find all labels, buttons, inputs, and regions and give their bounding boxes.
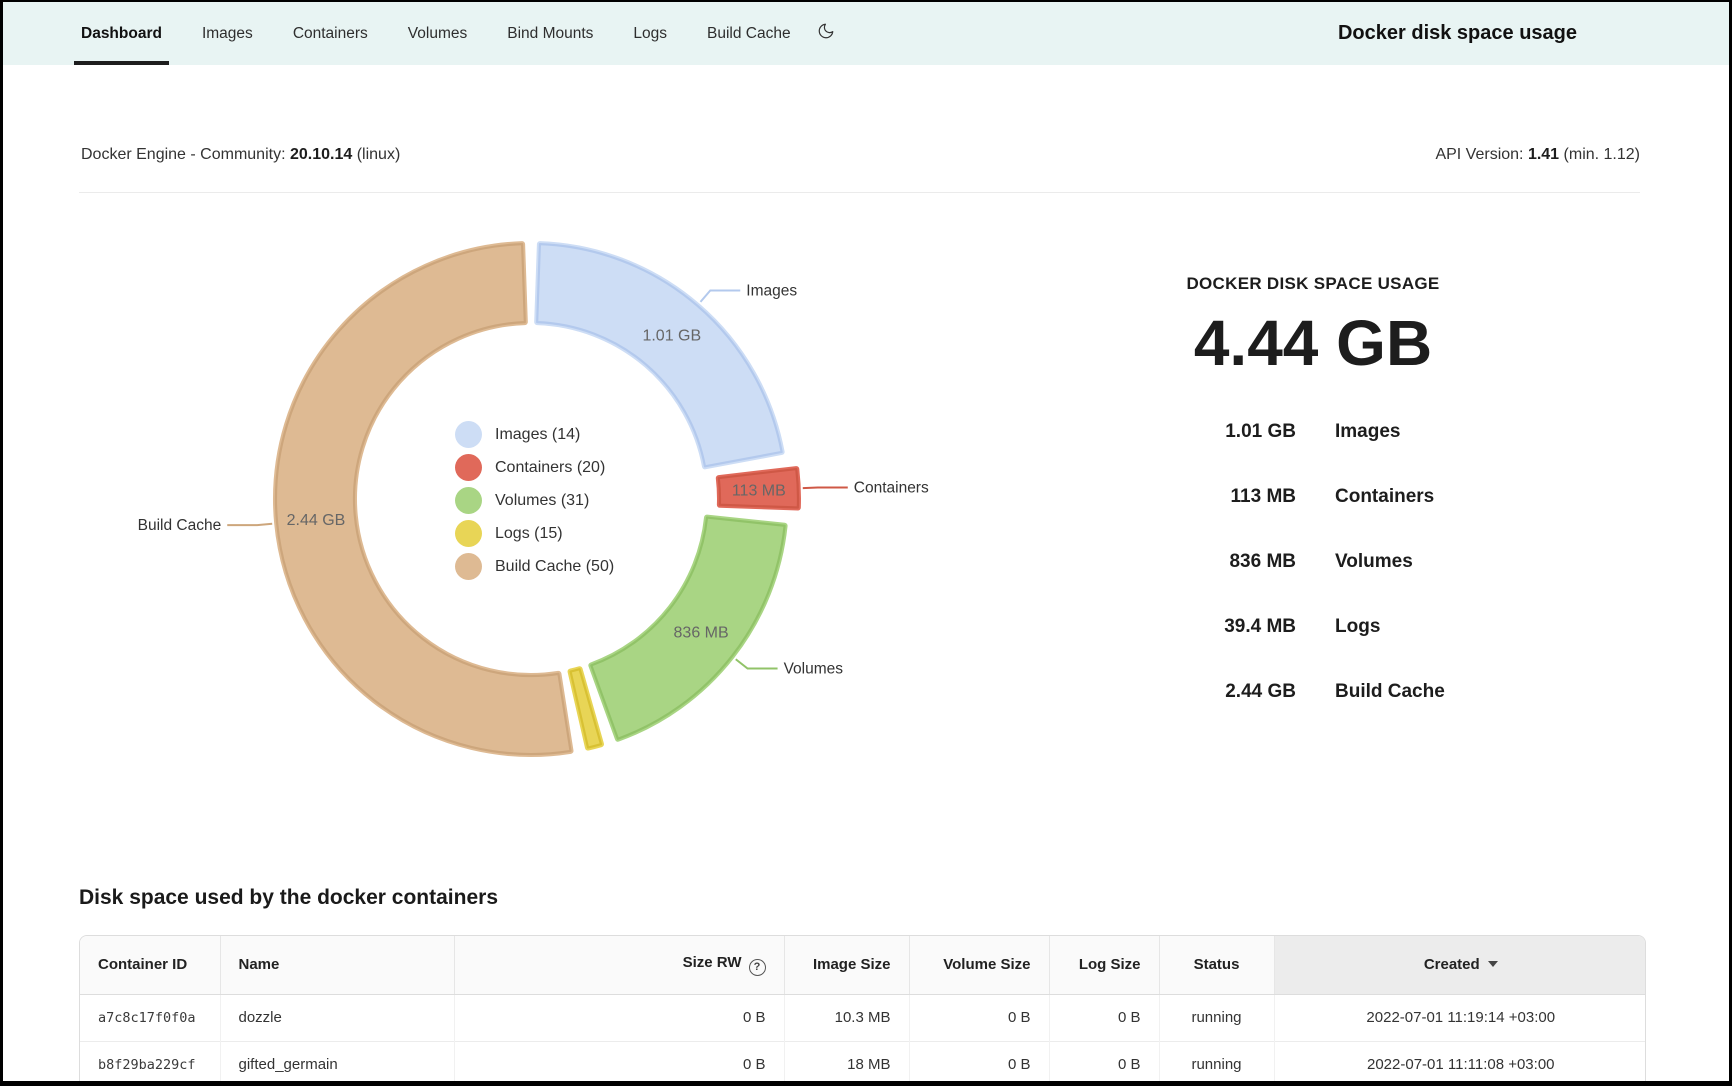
legend-label-images: Images (14) <box>495 426 580 444</box>
cell-created: 2022-07-01 11:19:14 +03:00 <box>1274 994 1646 1041</box>
cell-log-size: 0 B <box>1049 1041 1159 1086</box>
legend-item-images[interactable]: Images (14) <box>455 418 614 451</box>
legend-swatch-containers <box>455 454 482 481</box>
top-navbar: Dashboard Images Containers Volumes Bind… <box>3 2 1729 65</box>
docker-disk-usage-page: Dashboard Images Containers Volumes Bind… <box>0 0 1732 1086</box>
usage-stat-row: 2.44 GB Build Cache <box>1103 659 1523 724</box>
cell-volume-size: 0 B <box>909 1041 1049 1086</box>
usage-stat-label: Build Cache <box>1335 681 1445 703</box>
table-header-row: Container ID Name Size RW? Image Size Vo… <box>80 936 1646 994</box>
col-header-status[interactable]: Status <box>1159 936 1274 994</box>
col-header-created[interactable]: Created <box>1274 936 1646 994</box>
usage-stat-label: Volumes <box>1335 551 1413 573</box>
legend-label-containers: Containers (20) <box>495 459 605 477</box>
usage-stat-row: 836 MB Volumes <box>1103 529 1523 594</box>
api-version-text: API Version: 1.41 (min. 1.12) <box>1435 146 1640 164</box>
legend-swatch-build-cache <box>455 553 482 580</box>
legend-item-logs[interactable]: Logs (15) <box>455 517 614 550</box>
legend-label-volumes: Volumes (31) <box>495 492 589 510</box>
cell-container-id: a7c8c17f0f0a <box>80 994 220 1041</box>
col-header-log-size[interactable]: Log Size <box>1049 936 1159 994</box>
summary-stats: 1.01 GB Images 113 MB Containers 836 MB … <box>1103 399 1523 724</box>
usage-stat-value: 2.44 GB <box>1103 681 1296 703</box>
moon-icon <box>817 22 835 45</box>
slice-size-label-build-cache: 2.44 GB <box>287 512 346 529</box>
leader-line-volumes <box>736 659 778 668</box>
tab-logs[interactable]: Logs <box>633 2 667 65</box>
leader-line-build-cache <box>227 524 272 525</box>
legend-swatch-volumes <box>455 487 482 514</box>
usage-stat-label: Images <box>1335 421 1400 443</box>
usage-stat-label: Logs <box>1335 616 1380 638</box>
legend-item-containers[interactable]: Containers (20) <box>455 451 614 484</box>
slice-size-label-containers: 113 MB <box>732 482 786 499</box>
slice-name-label-containers: Containers <box>854 479 929 496</box>
legend-item-build-cache[interactable]: Build Cache (50) <box>455 550 614 583</box>
cell-name: gifted_germain <box>220 1041 454 1086</box>
col-header-size-rw[interactable]: Size RW? <box>454 936 784 994</box>
divider <box>79 192 1640 193</box>
tab-build-cache[interactable]: Build Cache <box>707 2 791 65</box>
col-header-volume-size[interactable]: Volume Size <box>909 936 1049 994</box>
cell-status: running <box>1159 994 1274 1041</box>
usage-stat-value: 113 MB <box>1103 486 1296 508</box>
chart-legend: Images (14) Containers (20) Volumes (31) Lo… <box>455 418 614 583</box>
cell-volume-size: 0 B <box>909 994 1049 1041</box>
table-row[interactable]: b8f29ba229cfgifted_germain0 B18 MB0 B0 B… <box>80 1041 1646 1086</box>
engine-version-text: Docker Engine - Community: 20.10.14 (lin… <box>81 146 400 164</box>
leader-line-images <box>700 290 740 301</box>
dark-mode-toggle[interactable] <box>817 2 835 65</box>
usage-stat-value: 1.01 GB <box>1103 421 1296 443</box>
slice-name-label-volumes: Volumes <box>784 660 844 677</box>
containers-table: Container ID Name Size RW? Image Size Vo… <box>79 935 1646 1086</box>
usage-stat-value: 836 MB <box>1103 551 1296 573</box>
slice-size-label-images: 1.01 GB <box>642 328 701 345</box>
usage-stat-value: 39.4 MB <box>1103 616 1296 638</box>
sort-desc-icon <box>1488 961 1498 967</box>
cell-created: 2022-07-01 11:11:08 +03:00 <box>1274 1041 1646 1086</box>
usage-summary-panel: DOCKER DISK SPACE USAGE 4.44 GB 1.01 GB … <box>1103 274 1523 724</box>
tab-bind-mounts[interactable]: Bind Mounts <box>507 2 593 65</box>
summary-total: 4.44 GB <box>1103 310 1523 377</box>
summary-heading: DOCKER DISK SPACE USAGE <box>1103 274 1523 294</box>
legend-label-logs: Logs (15) <box>495 525 563 543</box>
usage-stat-row: 113 MB Containers <box>1103 464 1523 529</box>
tab-volumes[interactable]: Volumes <box>408 2 467 65</box>
engine-info-bar: Docker Engine - Community: 20.10.14 (lin… <box>81 142 1640 168</box>
cell-status: running <box>1159 1041 1274 1086</box>
cell-log-size: 0 B <box>1049 994 1159 1041</box>
legend-swatch-images <box>455 421 482 448</box>
leader-line-containers <box>803 487 848 488</box>
col-header-name[interactable]: Name <box>220 936 454 994</box>
slice-name-label-build-cache: Build Cache <box>138 517 222 534</box>
legend-label-build-cache: Build Cache (50) <box>495 558 614 576</box>
tab-images[interactable]: Images <box>202 2 253 65</box>
usage-stat-label: Containers <box>1335 486 1434 508</box>
slice-name-label-images: Images <box>746 282 797 299</box>
tab-containers[interactable]: Containers <box>293 2 368 65</box>
col-header-container-id[interactable]: Container ID <box>80 936 220 994</box>
legend-item-volumes[interactable]: Volumes (31) <box>455 484 614 517</box>
cell-size-rw: 0 B <box>454 994 784 1041</box>
containers-section-heading: Disk space used by the docker containers <box>79 886 498 910</box>
cell-container-id: b8f29ba229cf <box>80 1041 220 1086</box>
app-title: Docker disk space usage <box>1338 2 1577 65</box>
usage-stat-row: 1.01 GB Images <box>1103 399 1523 464</box>
slice-size-label-volumes: 836 MB <box>674 625 729 642</box>
legend-swatch-logs <box>455 520 482 547</box>
cell-image-size: 10.3 MB <box>784 994 909 1041</box>
cell-name: dozzle <box>220 994 454 1041</box>
tab-dashboard[interactable]: Dashboard <box>81 2 162 65</box>
cell-image-size: 18 MB <box>784 1041 909 1086</box>
help-icon[interactable]: ? <box>749 959 766 976</box>
col-header-image-size[interactable]: Image Size <box>784 936 909 994</box>
table-row[interactable]: a7c8c17f0f0adozzle0 B10.3 MB0 B0 Brunnin… <box>80 994 1646 1041</box>
usage-stat-row: 39.4 MB Logs <box>1103 594 1523 659</box>
nav-tabs: Dashboard Images Containers Volumes Bind… <box>81 2 791 65</box>
cell-size-rw: 0 B <box>454 1041 784 1086</box>
